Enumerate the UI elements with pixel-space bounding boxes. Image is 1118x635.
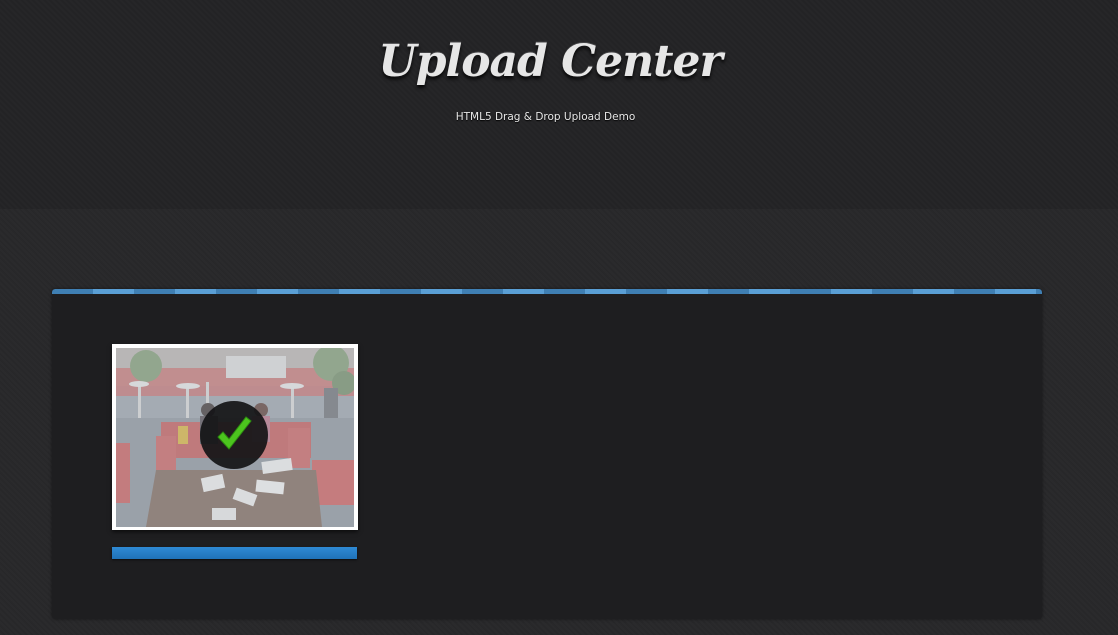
page-subtitle: HTML5 Drag & Drop Upload Demo (455, 111, 636, 123)
upload-progress-fill (112, 547, 357, 559)
upload-preview (112, 344, 358, 530)
upload-complete-badge (200, 401, 268, 469)
page-header: Upload Center HTML5 Drag & Drop Upload D… (0, 0, 1118, 209)
page-title: Upload Center (378, 36, 722, 87)
drop-zone-stripe (52, 289, 1042, 294)
checkmark-icon (217, 416, 252, 450)
upload-progress-bar (112, 547, 357, 559)
